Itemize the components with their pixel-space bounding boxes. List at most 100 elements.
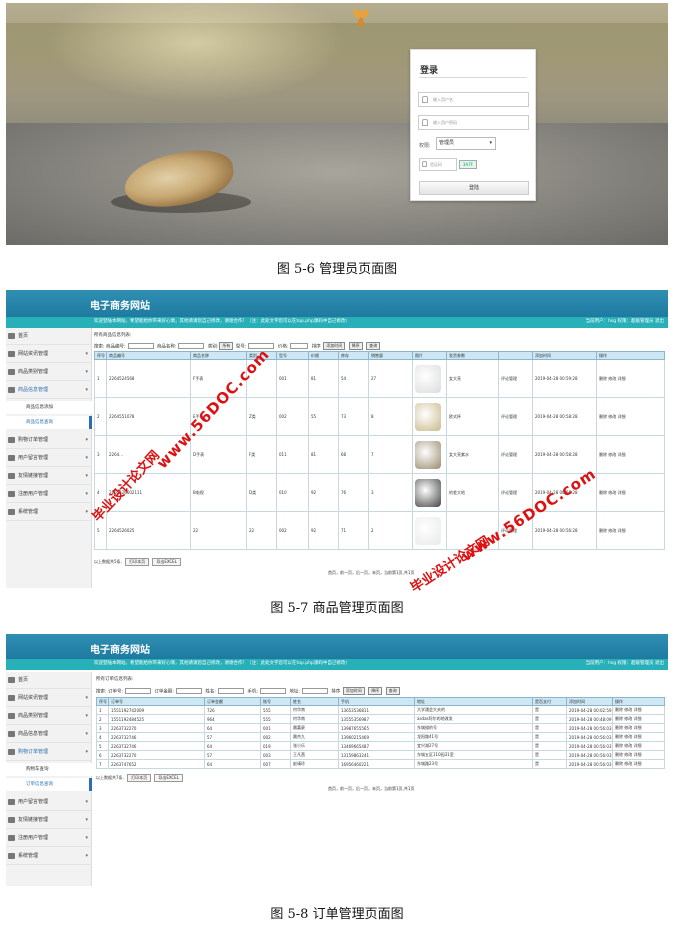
table-cell[interactable]: 删除 修改 详细	[596, 359, 665, 398]
table-cell: 726	[204, 705, 261, 715]
username-input[interactable]: 输入用户名	[418, 92, 529, 107]
table-cell: 是	[532, 741, 567, 751]
user-icon	[8, 437, 15, 443]
figure-caption-5-7: 图 5-7 商品管理页面图	[270, 601, 404, 616]
sidebar-item-home[interactable]: 首页	[6, 672, 92, 689]
sort-select[interactable]: 添加时间	[342, 687, 365, 695]
sidebar-item-categories[interactable]: 商品类别管理 ▾	[6, 364, 92, 381]
tools-icon	[8, 853, 15, 859]
table-cell: 东城描的号	[414, 723, 533, 733]
sidebar-item-system[interactable]: 系统管理 ▾	[6, 504, 92, 521]
chevron-down-icon: ▾	[85, 731, 88, 737]
sidebar-item-messages[interactable]: 用户留言管理 ▾	[6, 450, 92, 467]
table-cell: 评论管理	[498, 397, 533, 436]
sidebar-item-system[interactable]: 系统管理 ▾	[6, 848, 92, 865]
submenu-order-query[interactable]: 订单信息查询	[6, 778, 92, 791]
sidebar-item-home[interactable]: 首页	[6, 328, 92, 345]
table-cell: 010	[276, 473, 309, 512]
login-title: 登录	[420, 66, 439, 76]
sidebar-item-news[interactable]: 网站资讯管理 ▾	[6, 346, 92, 363]
table-cell[interactable]: 删除 修改 详细	[612, 750, 665, 760]
table-cell[interactable]: 删除 修改 详细	[612, 723, 665, 733]
table-cell: 何华南	[290, 714, 339, 724]
table-cell[interactable]: 删除 修改 详细	[596, 435, 665, 474]
table-cell: 007	[260, 759, 291, 769]
sidebar-item-products[interactable]: 商品信息管理 ▾	[6, 382, 92, 399]
table-cell: 7	[96, 759, 109, 769]
users-icon	[8, 455, 15, 461]
submenu-add-product[interactable]: 商品信息添加	[6, 401, 92, 414]
search-input[interactable]	[178, 343, 205, 349]
table-cell: 1	[96, 705, 109, 715]
captcha-input[interactable]: 验证码	[419, 158, 457, 171]
search-input[interactable]	[127, 343, 154, 349]
login-button[interactable]: 登陆	[419, 181, 529, 195]
product-thumbnail	[415, 516, 441, 545]
table-cell: 13653536811	[338, 705, 415, 715]
sidebar-item-links[interactable]: 友情链接管理 ▾	[6, 812, 92, 829]
table-cell: 019	[260, 741, 291, 751]
search-input[interactable]	[125, 688, 151, 694]
list-heading: 所有商品信息列表:	[94, 333, 132, 338]
table-cell[interactable]: 删除 修改 详细	[612, 759, 665, 769]
table-cell: 2019-04-28 00:56:28	[532, 511, 597, 550]
sidebar-item-orders[interactable]: 购物订单管理 ▾	[6, 432, 92, 449]
order-select[interactable]: 降序	[348, 342, 363, 350]
pagination[interactable]: 首页，前一页，后一页，末页，当前第1页,共1页	[328, 786, 414, 792]
search-button[interactable]: 查询	[366, 342, 381, 350]
category-select[interactable]: 所有	[219, 342, 234, 350]
lock-icon	[422, 161, 427, 167]
sidebar-item-users[interactable]: 注册用户管理 ▾	[6, 486, 92, 503]
print-button[interactable]: 打印本页	[125, 558, 150, 566]
search-input[interactable]	[290, 343, 309, 349]
column-header: 操作	[612, 697, 665, 706]
sidebar-item-products[interactable]: 商品信息管理 ▾	[6, 726, 92, 743]
lock-icon	[422, 119, 428, 126]
table-cell[interactable]: 删除 修改 详细	[596, 473, 665, 512]
table-cell[interactable]: 删除 修改 详细	[612, 732, 665, 742]
table-cell	[412, 511, 447, 550]
sidebar-item-label: 购物订单管理	[18, 437, 49, 443]
column-header: 商品名称	[190, 351, 247, 360]
sidebar-item-users[interactable]: 注册用户管理 ▾	[6, 830, 92, 847]
sidebar-item-label: 系统管理	[18, 509, 39, 515]
search-label: 订单号:	[107, 689, 123, 695]
captcha-image[interactable]: 3A7F	[459, 160, 477, 169]
sidebar-item-links[interactable]: 友情链接管理 ▾	[6, 468, 92, 485]
password-input[interactable]: 输入用户密码	[418, 115, 529, 130]
sidebar-item-label: 注册用户管理	[18, 835, 49, 841]
table-cell: 2263732270	[108, 750, 205, 760]
sidebar-item-categories[interactable]: 商品类别管理 ▾	[6, 708, 92, 725]
sidebar-item-messages[interactable]: 用户留言管理 ▾	[6, 794, 92, 811]
table-cell: 13159863241	[338, 750, 415, 760]
export-excel-button[interactable]: 导出EXCEL	[152, 558, 181, 566]
table-cell[interactable]: 删除 修改 详细	[612, 741, 665, 751]
role-select[interactable]: 管理员 ▾	[436, 137, 496, 150]
table-cell[interactable]: 删除 修改 详细	[612, 714, 665, 724]
sidebar-item-news[interactable]: 网站资讯管理 ▾	[6, 690, 92, 707]
pagination[interactable]: 首页，前一页，后一页，末页，当前第1页,共1页	[328, 570, 414, 576]
sort-select[interactable]: 添加时间	[323, 342, 346, 350]
table-cell: 002	[276, 511, 309, 550]
submenu-cart-query[interactable]: 购物车查询	[6, 763, 92, 776]
table-cell: 2	[94, 397, 107, 436]
submenu-query-product[interactable]: 商品信息查询	[6, 416, 92, 429]
table-cell[interactable]: 删除 修改 详细	[596, 397, 665, 436]
chevron-down-icon: ▾	[85, 835, 88, 841]
user-info[interactable]: 当前用户：hsg 权限：超级管理员 退出	[586, 660, 664, 666]
search-input[interactable]	[301, 688, 328, 694]
sidebar-item-orders[interactable]: 购物订单管理 ▾	[6, 744, 92, 761]
table-cell[interactable]: 删除 修改 详细	[596, 511, 665, 550]
search-button[interactable]: 查询	[385, 687, 400, 695]
search-input[interactable]	[259, 688, 286, 694]
table-row: 1 2264524568 F手表 001 81 54 27 女大亮 评论管理 2019-04-28…	[94, 359, 665, 398]
search-input[interactable]	[217, 688, 244, 694]
column-header: 库存	[338, 351, 369, 360]
search-input[interactable]	[175, 688, 202, 694]
table-cell: 3	[96, 723, 109, 733]
table-cell[interactable]: 删除 修改 详细	[612, 705, 665, 715]
order-select[interactable]: 降序	[368, 687, 383, 695]
export-excel-button[interactable]: 导出EXCEL	[154, 774, 183, 782]
user-info[interactable]: 当前用户：hsg 权限：超级管理员 退出	[586, 318, 664, 324]
print-button[interactable]: 打印本页	[127, 774, 152, 782]
